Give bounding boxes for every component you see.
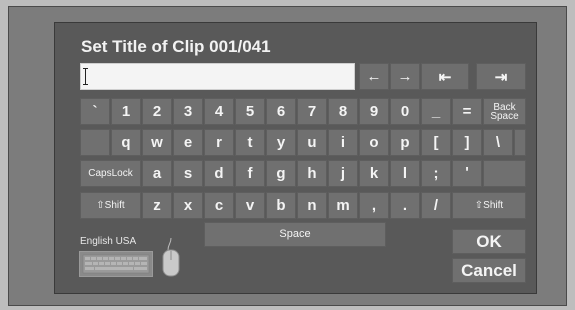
- right-shift-key[interactable]: ⇧Shift: [452, 192, 526, 219]
- key-b[interactable]: b: [266, 192, 296, 219]
- key-0[interactable]: 0: [390, 98, 420, 125]
- keyboard-language-label: English USA: [80, 236, 137, 247]
- key-o[interactable]: o: [359, 129, 389, 156]
- key-slash[interactable]: /: [421, 192, 451, 219]
- key-a[interactable]: a: [142, 160, 172, 187]
- key-5[interactable]: 5: [235, 98, 265, 125]
- arrow-to-end-icon: ⇥: [494, 68, 508, 86]
- key-6[interactable]: 6: [266, 98, 296, 125]
- key-1[interactable]: 1: [111, 98, 141, 125]
- key-w[interactable]: w: [142, 129, 172, 156]
- keyboard-icon[interactable]: [79, 251, 153, 277]
- key-i[interactable]: i: [328, 129, 358, 156]
- ok-button[interactable]: OK: [452, 229, 526, 254]
- key-s[interactable]: s: [173, 160, 203, 187]
- key-n[interactable]: n: [297, 192, 327, 219]
- mouse-icon[interactable]: [160, 237, 182, 283]
- text-cursor: [83, 68, 88, 85]
- key-g[interactable]: g: [266, 160, 296, 187]
- key-blank-right-row3: [483, 160, 526, 187]
- key-m[interactable]: m: [328, 192, 358, 219]
- left-shift-key[interactable]: ⇧Shift: [80, 192, 141, 219]
- title-input[interactable]: [80, 63, 355, 90]
- key-equals[interactable]: =: [452, 98, 482, 125]
- cursor-right-button[interactable]: →: [390, 63, 420, 90]
- key-semicolon[interactable]: ;: [421, 160, 451, 187]
- key-t[interactable]: t: [235, 129, 265, 156]
- key-x[interactable]: x: [173, 192, 203, 219]
- key-right-bracket[interactable]: ]: [452, 129, 482, 156]
- key-backslash[interactable]: \: [483, 129, 513, 156]
- space-key[interactable]: Space: [204, 222, 386, 247]
- key-r[interactable]: r: [204, 129, 234, 156]
- key-7[interactable]: 7: [297, 98, 327, 125]
- key-3[interactable]: 3: [173, 98, 203, 125]
- key-period[interactable]: .: [390, 192, 420, 219]
- arrow-right-icon: →: [397, 68, 413, 85]
- key-j[interactable]: j: [328, 160, 358, 187]
- key-4[interactable]: 4: [204, 98, 234, 125]
- cancel-button[interactable]: Cancel: [452, 258, 526, 283]
- key-left-bracket[interactable]: [: [421, 129, 451, 156]
- key-z[interactable]: z: [142, 192, 172, 219]
- backspace-key[interactable]: Back Space: [483, 98, 526, 125]
- key-p[interactable]: p: [390, 129, 420, 156]
- key-c[interactable]: c: [204, 192, 234, 219]
- key-backtick[interactable]: `: [80, 98, 110, 125]
- key-u[interactable]: u: [297, 129, 327, 156]
- key-v[interactable]: v: [235, 192, 265, 219]
- key-y[interactable]: y: [266, 129, 296, 156]
- key-underscore[interactable]: _: [421, 98, 451, 125]
- key-h[interactable]: h: [297, 160, 327, 187]
- arrow-to-start-icon: ⇤: [438, 68, 452, 86]
- capslock-key[interactable]: CapsLock: [80, 160, 141, 187]
- cursor-home-button[interactable]: ⇤: [421, 63, 469, 90]
- key-f[interactable]: f: [235, 160, 265, 187]
- key-comma[interactable]: ,: [359, 192, 389, 219]
- key-d[interactable]: d: [204, 160, 234, 187]
- key-q[interactable]: q: [111, 129, 141, 156]
- key-blank-left-row2: [80, 129, 110, 156]
- cursor-end-button[interactable]: ⇥: [476, 63, 526, 90]
- cursor-left-button[interactable]: ←: [359, 63, 389, 90]
- key-l[interactable]: l: [390, 160, 420, 187]
- key-2[interactable]: 2: [142, 98, 172, 125]
- key-8[interactable]: 8: [328, 98, 358, 125]
- arrow-left-icon: ←: [366, 68, 382, 85]
- key-blank-right-row2: [514, 129, 526, 156]
- dialog-title: Set Title of Clip 001/041: [81, 37, 271, 56]
- key-apostrophe[interactable]: ': [452, 160, 482, 187]
- key-e[interactable]: e: [173, 129, 203, 156]
- key-k[interactable]: k: [359, 160, 389, 187]
- key-9[interactable]: 9: [359, 98, 389, 125]
